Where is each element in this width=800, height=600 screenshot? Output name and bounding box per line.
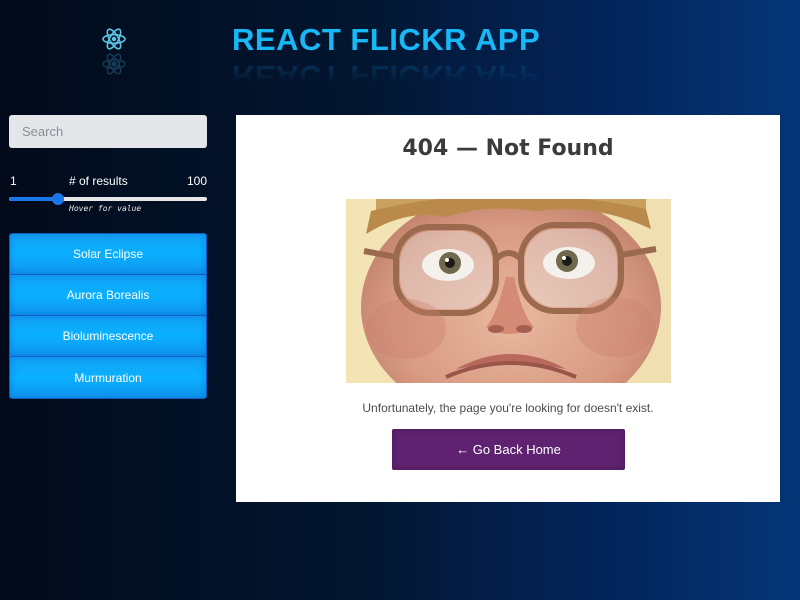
topic-button-solar-eclipse[interactable]: Solar Eclipse <box>10 234 206 275</box>
not-found-card: 404 — Not Found Unfortunately, the page … <box>236 115 780 502</box>
slider-thumb[interactable] <box>52 193 65 205</box>
go-back-home-button[interactable]: ← Go Back Home <box>392 429 625 470</box>
range-min-label: 1 <box>10 174 17 188</box>
app-title: REACT FLICKR APP <box>232 22 541 57</box>
search-input[interactable] <box>9 115 207 148</box>
not-found-title: 404 — Not Found <box>402 136 614 161</box>
app-title-block: REACT FLICKR APP REACT FLICKR APP <box>232 22 572 94</box>
search-form <box>9 115 207 148</box>
react-logo-icon <box>102 28 126 75</box>
range-max-label: 100 <box>186 174 207 188</box>
app-title-reflection: REACT FLICKR APP <box>232 59 541 94</box>
slider-fill <box>9 197 59 201</box>
results-count-label: # of results <box>69 174 128 188</box>
results-range-header: 1 # of results 100 <box>9 174 207 190</box>
topic-button-murmuration[interactable]: Murmuration <box>10 357 206 398</box>
topic-button-bioluminescence[interactable]: Bioluminescence <box>10 316 206 357</box>
slider-hint: Hover for value <box>69 204 142 213</box>
topic-button-aurora-borealis[interactable]: Aurora Borealis <box>10 275 206 316</box>
not-found-image <box>346 199 671 383</box>
topic-list: Solar Eclipse Aurora Borealis Biolumines… <box>9 233 207 399</box>
not-found-message: Unfortunately, the page you're looking f… <box>362 401 654 415</box>
